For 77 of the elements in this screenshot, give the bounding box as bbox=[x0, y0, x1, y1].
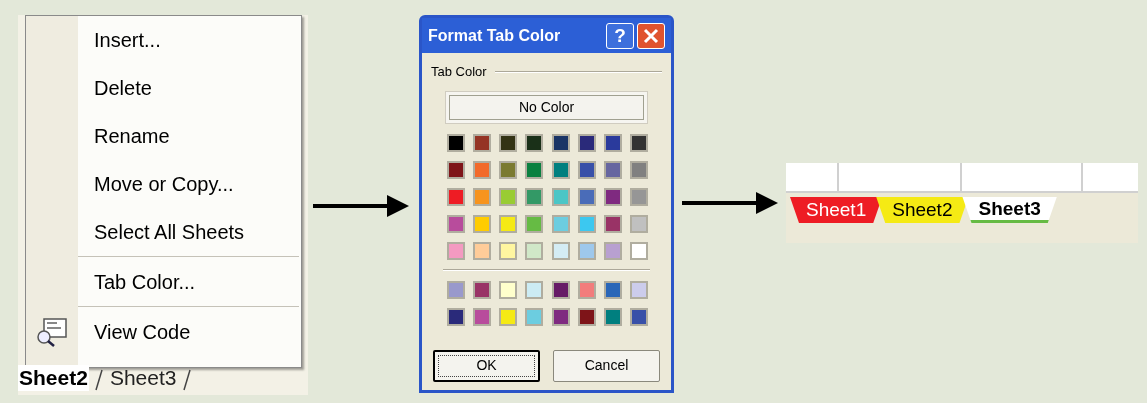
color-swatch[interactable] bbox=[473, 160, 492, 179]
color-swatch[interactable] bbox=[551, 160, 570, 179]
color-swatch[interactable] bbox=[447, 133, 465, 152]
color-swatch[interactable] bbox=[603, 241, 622, 260]
menu-item[interactable]: View Code bbox=[94, 317, 191, 347]
color-swatch[interactable] bbox=[603, 133, 622, 152]
color-swatch[interactable] bbox=[499, 160, 518, 179]
color-swatch[interactable] bbox=[577, 241, 596, 260]
dialog-button[interactable]: OK bbox=[433, 349, 540, 382]
color-swatch[interactable] bbox=[473, 133, 492, 152]
color-swatch[interactable] bbox=[447, 214, 465, 233]
color-swatch[interactable] bbox=[551, 307, 570, 326]
color-swatch[interactable] bbox=[629, 307, 648, 326]
close-icon bbox=[643, 27, 659, 44]
color-swatch[interactable] bbox=[525, 160, 544, 179]
window-title: Format Tab Color bbox=[428, 25, 562, 46]
menu-item[interactable]: Move or Copy... bbox=[94, 169, 234, 199]
color-swatch[interactable] bbox=[525, 307, 544, 326]
color-swatch[interactable] bbox=[473, 187, 492, 206]
color-swatch[interactable] bbox=[525, 214, 544, 233]
color-swatch[interactable] bbox=[499, 187, 518, 206]
color-swatch[interactable] bbox=[551, 133, 570, 152]
color-swatch[interactable] bbox=[499, 133, 518, 152]
color-swatch[interactable] bbox=[629, 187, 648, 206]
help-button[interactable]: ? bbox=[606, 22, 634, 49]
color-swatch[interactable] bbox=[473, 214, 492, 233]
color-swatch[interactable] bbox=[447, 307, 465, 326]
close-button[interactable] bbox=[637, 22, 665, 49]
color-swatch[interactable] bbox=[447, 187, 465, 206]
color-swatch[interactable] bbox=[629, 160, 648, 179]
color-swatch[interactable] bbox=[577, 187, 596, 206]
color-swatch[interactable] bbox=[499, 280, 518, 299]
color-swatch[interactable] bbox=[603, 187, 622, 206]
color-swatch[interactable] bbox=[577, 160, 596, 179]
color-swatch[interactable] bbox=[603, 307, 622, 326]
color-swatch[interactable] bbox=[603, 160, 622, 179]
color-swatch[interactable] bbox=[447, 280, 465, 299]
color-swatch[interactable] bbox=[629, 214, 648, 233]
color-swatch[interactable] bbox=[499, 214, 518, 233]
color-swatch[interactable] bbox=[473, 307, 492, 326]
color-swatch[interactable] bbox=[577, 214, 596, 233]
color-swatch[interactable] bbox=[577, 133, 596, 152]
color-swatch[interactable] bbox=[577, 307, 596, 326]
group-label: Tab Color bbox=[431, 63, 487, 81]
color-swatch[interactable] bbox=[577, 280, 596, 299]
color-swatch[interactable] bbox=[629, 280, 648, 299]
color-swatch[interactable] bbox=[447, 160, 465, 179]
menu-item[interactable]: Select All Sheets bbox=[94, 217, 245, 247]
tab-divider-icon bbox=[94, 369, 103, 391]
arrow-icon bbox=[682, 192, 778, 214]
color-swatch[interactable] bbox=[447, 241, 465, 260]
sheet-tab[interactable]: Sheet2 bbox=[18, 364, 89, 391]
color-swatch[interactable] bbox=[551, 280, 570, 299]
menu-item[interactable]: Rename bbox=[94, 121, 170, 151]
color-swatch[interactable] bbox=[525, 187, 544, 206]
color-swatch[interactable] bbox=[499, 307, 518, 326]
color-swatch[interactable] bbox=[551, 214, 570, 233]
dialog-button[interactable]: Cancel bbox=[553, 349, 660, 382]
color-swatch[interactable] bbox=[525, 280, 544, 299]
tab-divider-icon bbox=[183, 369, 192, 391]
sheet-tab[interactable]: Sheet3 bbox=[108, 364, 178, 391]
color-swatch[interactable] bbox=[629, 133, 648, 152]
color-swatch[interactable] bbox=[629, 241, 648, 260]
color-swatch[interactable] bbox=[603, 280, 622, 299]
color-swatch[interactable] bbox=[473, 241, 492, 260]
color-swatch[interactable] bbox=[499, 241, 518, 260]
sheet-tab[interactable]: Sheet3 bbox=[962, 197, 1057, 223]
color-swatch[interactable] bbox=[603, 214, 622, 233]
color-swatch[interactable] bbox=[525, 241, 544, 260]
menu-item[interactable]: Tab Color... bbox=[94, 267, 196, 297]
menu-item[interactable]: Delete bbox=[94, 73, 152, 103]
color-swatch[interactable] bbox=[473, 280, 492, 299]
menu-item[interactable]: Insert... bbox=[94, 25, 161, 55]
arrow-icon bbox=[313, 195, 409, 217]
color-swatch[interactable] bbox=[525, 133, 544, 152]
color-swatch[interactable] bbox=[551, 187, 570, 206]
color-swatch[interactable] bbox=[551, 241, 570, 260]
